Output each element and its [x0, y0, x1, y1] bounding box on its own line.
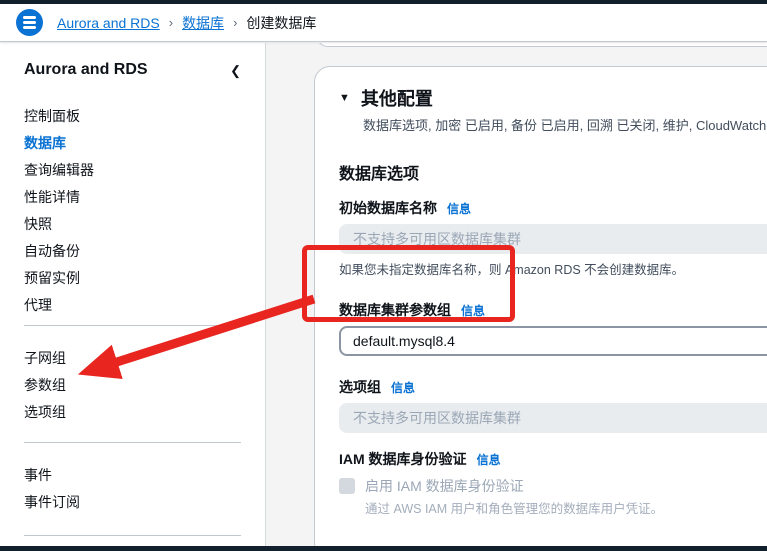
initial-db-name-label: 初始数据库名称 — [339, 200, 437, 216]
info-link[interactable]: 信息 — [477, 451, 501, 468]
info-link[interactable]: 信息 — [461, 302, 485, 319]
sidebar-divider — [24, 535, 241, 536]
info-link[interactable]: 信息 — [391, 379, 415, 396]
caret-down-icon: ▼ — [339, 92, 350, 104]
initial-db-name-helper: 如果您未指定数据库名称，则 Amazon RDS 不会创建数据库。 — [339, 263, 685, 277]
sidebar-item-events[interactable]: 事件 — [24, 462, 241, 489]
cluster-parameter-group-select[interactable]: default.mysql8.4 — [339, 326, 767, 356]
collapse-sidebar-icon[interactable]: ❮ — [230, 64, 241, 77]
breadcrumb-link-aurora-rds[interactable]: Aurora and RDS — [57, 15, 160, 31]
sidebar-group-groups: 子网组 参数组 选项组 — [24, 345, 241, 426]
iam-auth-label: IAM 数据库身份验证 — [339, 451, 467, 467]
info-link[interactable]: 信息 — [447, 200, 471, 217]
sidebar-item-snapshots[interactable]: 快照 — [24, 211, 241, 238]
sidebar-item-reserved-instances[interactable]: 预留实例 — [24, 265, 241, 292]
sidebar-group-main: 控制面板 数据库 查询编辑器 性能详情 快照 自动备份 预留实例 代理 — [24, 103, 241, 319]
top-navy-strip — [0, 0, 767, 4]
bottom-navy-strip — [0, 546, 767, 551]
sidebar-title[interactable]: Aurora and RDS — [24, 61, 148, 79]
sidebar-group-events: 事件 事件订阅 — [24, 462, 241, 516]
previous-section-card — [316, 43, 767, 47]
breadcrumb-current-page: 创建数据库 — [246, 14, 317, 31]
sidebar-divider — [24, 442, 241, 443]
sidebar-item-option-groups[interactable]: 选项组 — [24, 399, 241, 426]
breadcrumb-link-databases[interactable]: 数据库 — [182, 13, 224, 33]
sidebar-divider — [24, 325, 241, 326]
section-summary: 数据库选项, 加密 已启用, 备份 已启用, 回溯 已关闭, 维护, Cloud… — [363, 118, 766, 133]
iam-auth-checkbox — [339, 478, 355, 494]
sidebar-item-performance-insights[interactable]: 性能详情 — [24, 184, 241, 211]
sidebar-item-event-subscriptions[interactable]: 事件订阅 — [24, 489, 241, 516]
content-area: ▼ 其他配置 数据库选项, 加密 已启用, 备份 已启用, 回溯 已关闭, 维护… — [267, 43, 767, 546]
chevron-right-icon: › — [168, 15, 174, 30]
section-title: 其他配置 — [360, 89, 433, 109]
sidebar-item-parameter-groups[interactable]: 参数组 — [24, 372, 241, 399]
chevron-right-icon: › — [233, 15, 238, 30]
database-options-heading: 数据库选项 — [339, 166, 420, 183]
additional-configuration-card: ▼ 其他配置 数据库选项, 加密 已启用, 备份 已启用, 回溯 已关闭, 维护… — [314, 66, 767, 546]
top-navigation-bar: Aurora and RDS › 数据库 › 创建数据库 — [0, 4, 767, 42]
side-navigation: Aurora and RDS ❮ 控制面板 数据库 查询编辑器 性能详情 快照 … — [0, 43, 266, 546]
sidebar-item-dashboard[interactable]: 控制面板 — [24, 103, 241, 130]
sidebar-item-automated-backups[interactable]: 自动备份 — [24, 238, 241, 265]
sidebar-item-subnet-groups[interactable]: 子网组 — [24, 345, 241, 372]
additional-configuration-expander[interactable]: ▼ 其他配置 — [339, 85, 766, 111]
cluster-parameter-group-label: 数据库集群参数组 — [339, 302, 451, 318]
sidebar-item-proxies[interactable]: 代理 — [24, 292, 241, 319]
menu-icon[interactable] — [16, 9, 43, 36]
initial-db-name-input: 不支持多可用区数据库集群 — [339, 224, 767, 254]
option-group-label: 选项组 — [339, 379, 381, 395]
sidebar-item-query-editor[interactable]: 查询编辑器 — [24, 157, 241, 184]
breadcrumb: Aurora and RDS › 数据库 › 创建数据库 — [57, 13, 316, 33]
option-group-input: 不支持多可用区数据库集群 — [339, 403, 767, 433]
sidebar-item-databases[interactable]: 数据库 — [24, 130, 241, 157]
iam-auth-helper: 通过 AWS IAM 用户和角色管理您的数据库用户凭证。 — [365, 502, 664, 516]
iam-auth-checkbox-label: 启用 IAM 数据库身份验证 — [365, 478, 524, 494]
